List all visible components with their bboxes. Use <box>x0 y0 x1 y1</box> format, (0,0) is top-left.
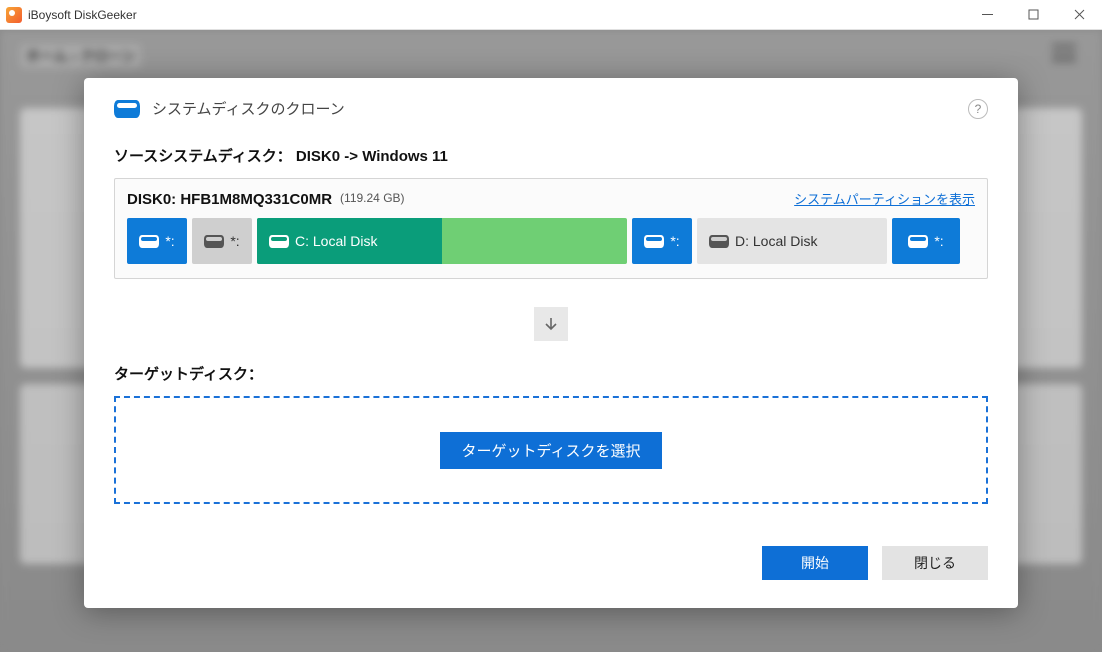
window-title: iBoysoft DiskGeeker <box>28 8 137 22</box>
drive-icon <box>908 235 928 248</box>
target-disk-label: ターゲットディスク： <box>114 363 988 384</box>
dialog-header: システムディスクのクローン ? <box>114 98 988 119</box>
partition-label: *: <box>230 233 239 249</box>
drive-icon <box>204 235 224 248</box>
help-button[interactable]: ? <box>968 99 988 119</box>
partition-d[interactable]: D: Local Disk <box>697 218 887 264</box>
target-disk-dropzone[interactable]: ターゲットディスクを選択 <box>114 396 988 504</box>
partition-reserved-3[interactable]: *: <box>632 218 692 264</box>
app-icon <box>6 7 22 23</box>
close-button[interactable]: 閉じる <box>882 546 988 580</box>
dialog-footer: 開始 閉じる <box>114 546 988 580</box>
partition-reserved-4[interactable]: *: <box>892 218 960 264</box>
drive-icon <box>269 235 289 248</box>
hamburger-icon <box>1052 44 1076 62</box>
disk-icon <box>114 100 140 118</box>
partition-c[interactable]: C: Local Disk <box>257 218 627 264</box>
partition-label: D: Local Disk <box>735 233 817 249</box>
drive-icon <box>139 235 159 248</box>
partition-label: *: <box>934 233 943 249</box>
source-disk-size: (119.24 GB) <box>340 191 404 205</box>
partition-label: *: <box>670 233 679 249</box>
source-disk-name: DISK0: HFB1M8MQ331C0MR <box>127 191 332 208</box>
show-system-partitions-link[interactable]: システムパーティションを表示 <box>794 189 975 208</box>
clone-system-disk-dialog: システムディスクのクローン ? ソースシステムディスク： DISK0 -> Wi… <box>84 78 1018 608</box>
breadcrumb: ホーム › クローン <box>20 44 141 68</box>
start-button[interactable]: 開始 <box>762 546 868 580</box>
partition-row: *: *: C: Local Disk *: <box>127 218 975 264</box>
app-body: ホーム › クローン システムディスクのクローン ? ソースシステムディスク： … <box>0 30 1102 652</box>
source-disk-label: ソースシステムディスク： DISK0 -> Windows 11 <box>114 145 988 166</box>
drive-icon <box>644 235 664 248</box>
titlebar: iBoysoft DiskGeeker <box>0 0 1102 30</box>
arrow-down-icon <box>534 307 568 341</box>
partition-reserved-2[interactable]: *: <box>192 218 252 264</box>
window-close-button[interactable] <box>1056 0 1102 30</box>
window-maximize-button[interactable] <box>1010 0 1056 30</box>
partition-reserved-1[interactable]: *: <box>127 218 187 264</box>
window-minimize-button[interactable] <box>964 0 1010 30</box>
source-disk-box: DISK0: HFB1M8MQ331C0MR (119.24 GB) システムパ… <box>114 178 988 279</box>
drive-icon <box>709 235 729 248</box>
dialog-title: システムディスクのクローン <box>152 98 345 119</box>
partition-label: *: <box>165 233 174 249</box>
partition-label: C: Local Disk <box>295 233 377 249</box>
select-target-disk-button[interactable]: ターゲットディスクを選択 <box>440 432 663 469</box>
